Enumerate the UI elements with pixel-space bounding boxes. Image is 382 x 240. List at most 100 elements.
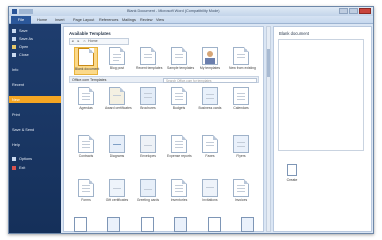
nav-home-label[interactable]: Home (88, 39, 98, 43)
preview-title: Blank document (279, 31, 310, 36)
forward-arrow-icon[interactable]: ▸ (76, 39, 81, 44)
template-diagrams[interactable]: Diagrams (105, 135, 129, 163)
template-contracts[interactable]: Contracts (74, 135, 98, 163)
tab-insert[interactable]: Insert (55, 16, 65, 24)
office-com-templates-label: Office.com Templates (72, 78, 107, 82)
template-expense-reports[interactable]: Expense reports (167, 135, 192, 163)
preview-pane: Blank document Create (273, 26, 372, 232)
my-templates-icon (202, 47, 218, 65)
template-budgets[interactable]: Budgets (167, 87, 191, 115)
tab-home[interactable]: Home (37, 16, 47, 24)
tab-references[interactable]: References (99, 16, 118, 24)
template-inventories[interactable]: Inventories (167, 179, 191, 207)
sample-templates-icon (171, 47, 187, 65)
backstage-recent[interactable]: Recent (12, 81, 58, 88)
backstage-exit[interactable]: Exit (12, 164, 58, 171)
template-search-input[interactable]: Search Office.com for templates (163, 77, 257, 83)
ribbon-tab-bar: File Home Insert Page Layout References … (9, 16, 373, 24)
template-more-icon[interactable] (174, 217, 188, 232)
minimize-button[interactable] (339, 8, 348, 14)
available-templates-heading: Available Templates (69, 31, 111, 36)
backstage-close[interactable]: Close (12, 51, 58, 58)
template-more-icon[interactable] (240, 217, 254, 232)
template-more-icon[interactable] (107, 217, 121, 232)
tab-mailings[interactable]: Mailings (122, 16, 136, 24)
back-arrow-icon[interactable]: ◂ (70, 39, 75, 44)
template-invitations[interactable]: Invitations (198, 179, 222, 207)
close-window-button[interactable] (359, 8, 371, 14)
new-from-existing-icon (233, 47, 249, 65)
backstage-open[interactable]: Open (12, 43, 58, 50)
brochures-icon (140, 87, 156, 105)
template-calendars[interactable]: Calendars (229, 87, 253, 115)
save-as-icon (12, 36, 16, 41)
template-more-icon[interactable] (74, 217, 87, 232)
invitations-icon (202, 179, 218, 197)
template-blank-document[interactable]: Blank document (74, 47, 99, 75)
template-more-icon[interactable] (140, 217, 154, 232)
template-brochures[interactable]: Brochures (136, 87, 160, 115)
backstage-nav: Save Save As Open Close Info Recent New … (9, 24, 61, 233)
backstage-help[interactable]: Help (12, 141, 58, 148)
backstage-save[interactable]: Save (12, 27, 58, 34)
tab-view[interactable]: View (156, 16, 164, 24)
scrollbar-thumb[interactable] (267, 49, 270, 77)
template-nav-bar: ◂ ▸ ⌂ Home (69, 38, 129, 45)
save-icon (12, 28, 16, 33)
create-label: Create (286, 178, 298, 182)
create-document-icon (287, 164, 297, 176)
title-bar: Blank Document - Microsoft Word (Compati… (9, 7, 373, 16)
window-title: Blank Document - Microsoft Word (Compati… (127, 9, 220, 13)
template-gift-certificates[interactable]: Gift certificates (105, 179, 129, 207)
create-button[interactable]: Create (284, 164, 300, 186)
template-greeting-cards[interactable]: Greeting cards (136, 179, 160, 207)
faxes-icon (202, 135, 218, 153)
template-award-certificates[interactable]: Award certificates (105, 87, 132, 115)
template-my-templates[interactable]: My templates (198, 47, 222, 75)
window-controls (339, 8, 371, 14)
home-icon[interactable]: ⌂ (82, 39, 87, 44)
flyers-icon (233, 135, 249, 153)
template-faxes[interactable]: Faxes (198, 135, 222, 163)
backstage-new[interactable]: New (9, 96, 61, 103)
folder-icon (12, 44, 16, 49)
template-more-icon[interactable] (207, 217, 221, 232)
template-flyers[interactable]: Flyers (229, 135, 253, 163)
exit-icon (12, 165, 16, 170)
backstage-save-and-send[interactable]: Save & Send (12, 126, 58, 133)
document-preview (278, 39, 364, 151)
budgets-icon (171, 87, 187, 105)
diagrams-icon (109, 135, 125, 153)
templates-panel: Available Templates ◂ ▸ ⌂ Home Blank doc… (63, 26, 264, 232)
word-app-icon[interactable] (12, 9, 17, 14)
template-sample-templates[interactable]: Sample templates (167, 47, 194, 75)
contracts-icon (78, 135, 94, 153)
template-business-cards[interactable]: Business cards (198, 87, 222, 115)
office-com-templates-bar: Office.com Templates Search Office.com f… (69, 76, 259, 83)
tab-file[interactable]: File (11, 16, 31, 24)
more-templates-row (74, 217, 254, 232)
backstage-info[interactable]: Info (12, 66, 58, 73)
blog-post-icon (109, 47, 125, 65)
template-agendas[interactable]: Agendas (74, 87, 98, 115)
template-new-from-existing[interactable]: New from existing (229, 47, 256, 75)
templates-scrollbar[interactable] (266, 26, 271, 232)
maximize-button[interactable] (349, 8, 358, 14)
award-certificates-icon (109, 87, 125, 105)
template-blog-post[interactable]: Blog post (105, 47, 129, 75)
tab-page-layout[interactable]: Page Layout (73, 16, 94, 24)
greeting-cards-icon (140, 179, 156, 197)
backstage-save-as[interactable]: Save As (12, 35, 58, 42)
backstage-options[interactable]: Options (12, 155, 58, 162)
template-envelopes[interactable]: Envelopes (136, 135, 160, 163)
blank-document-icon (78, 48, 94, 66)
agendas-icon (78, 87, 94, 105)
inventories-icon (171, 179, 187, 197)
template-recent-templates[interactable]: Recent templates (136, 47, 162, 75)
template-invoices[interactable]: Invoices (229, 179, 253, 207)
quick-access-toolbar[interactable] (19, 9, 33, 14)
gift-certificates-icon (109, 179, 125, 197)
template-forms[interactable]: Forms (74, 179, 98, 207)
backstage-print[interactable]: Print (12, 111, 58, 118)
tab-review[interactable]: Review (140, 16, 152, 24)
